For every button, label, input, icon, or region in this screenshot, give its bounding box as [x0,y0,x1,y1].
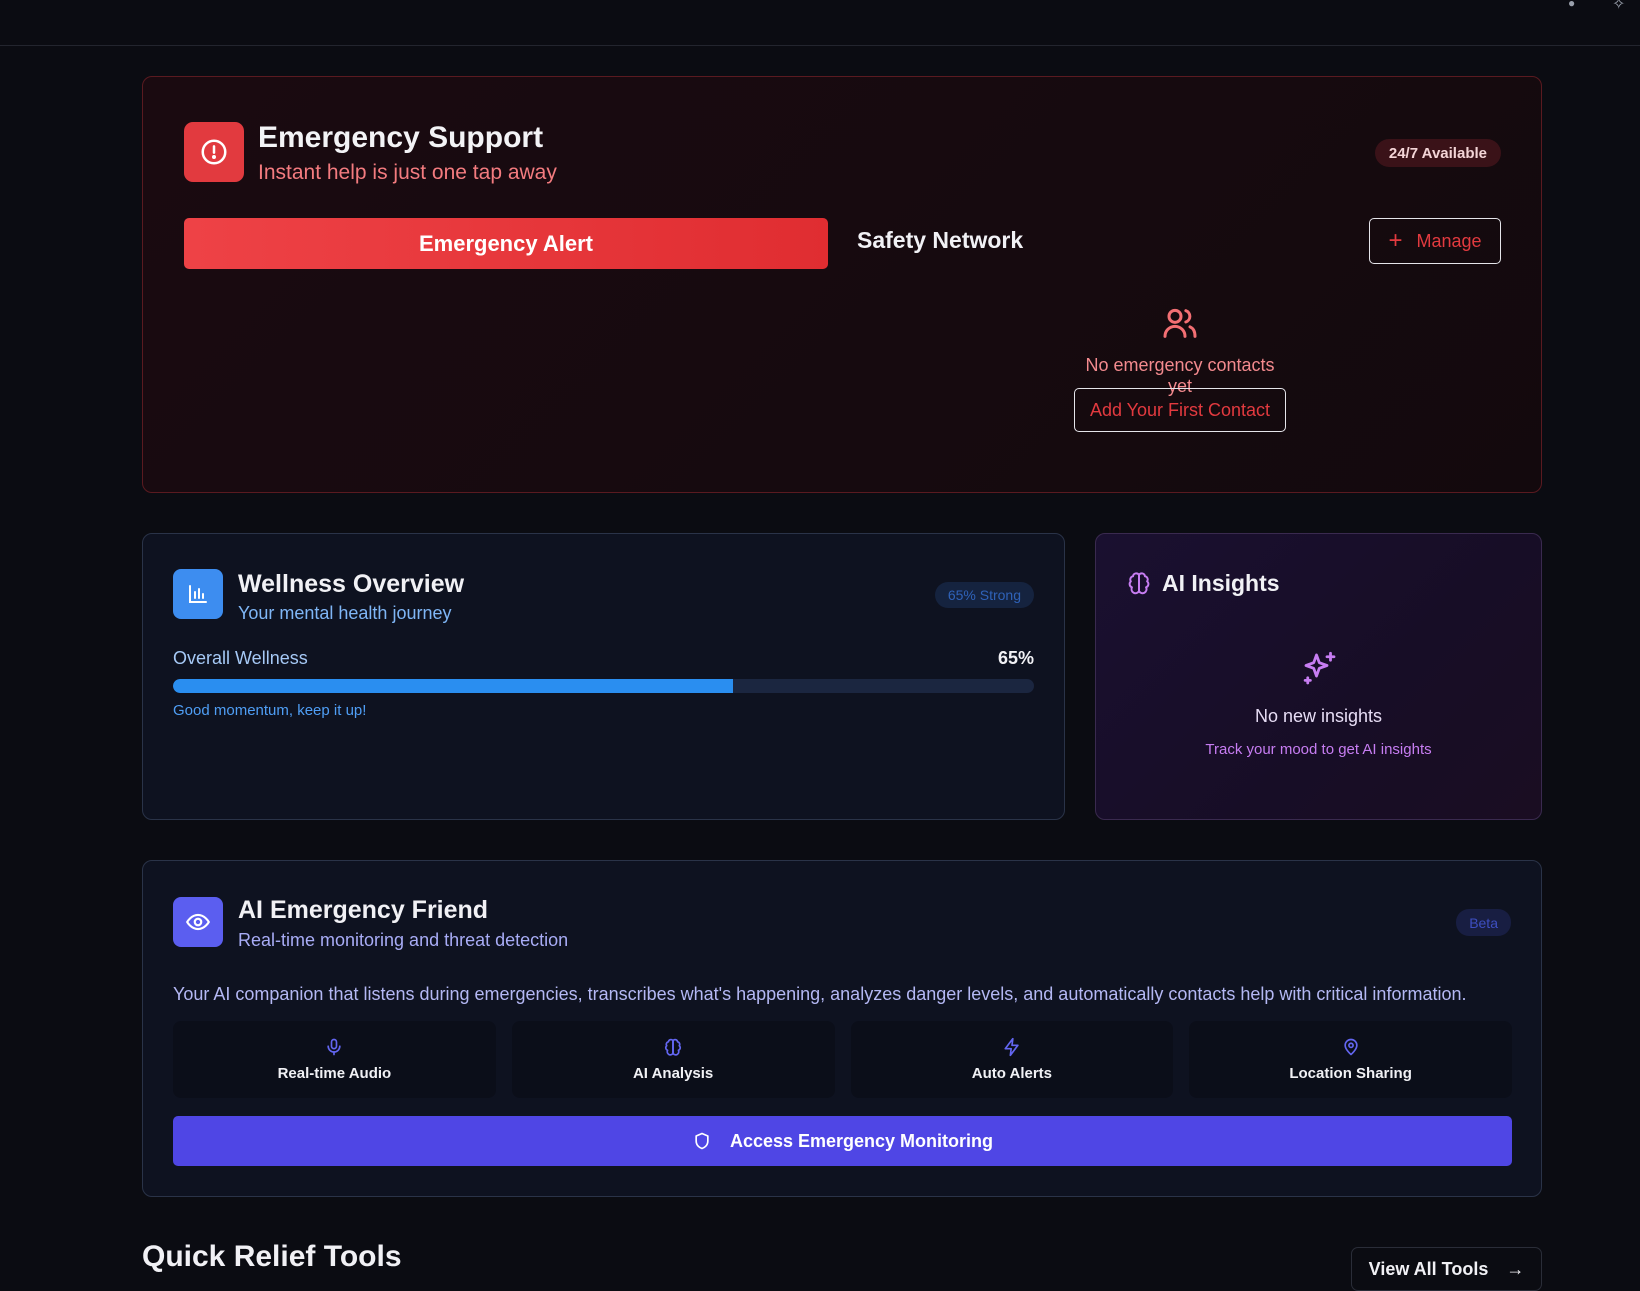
mic-icon [327,1038,342,1056]
emergency-title: Emergency Support [258,121,544,154]
add-first-contact-button[interactable]: Add Your First Contact [1074,388,1286,432]
availability-badge: 24/7 Available [1374,139,1501,167]
view-all-label: View All Tools [1368,1258,1489,1279]
users-icon [1163,308,1197,338]
safety-network-heading: Safety Network [857,227,1024,253]
no-insights-text: No new insights [1254,706,1383,726]
feature-location-sharing: Location Sharing [1189,1021,1512,1098]
shield-icon [695,1132,709,1150]
feature-list: Real-time Audio AI Analysis Auto Alerts … [173,1021,1512,1098]
feature-label: Auto Alerts [971,1065,1053,1082]
bolt-icon [1004,1037,1019,1057]
cta-label: Access Emergency Monitoring [729,1130,994,1151]
emergency-subtitle: Instant help is just one tap away [258,161,557,184]
wellness-progress-bar [173,679,1034,693]
ai-emergency-friend-card: AI Emergency Friend Real-time monitoring… [142,860,1542,1197]
ai-insights-card: AI Insights No new insights Track your m… [1095,533,1542,820]
feature-ai-analysis: AI Analysis [511,1021,835,1098]
view-all-tools-button[interactable]: View All Tools → [1351,1247,1542,1291]
wellness-subtitle: Your mental health journey [238,603,452,623]
friend-description: Your AI companion that listens during em… [173,984,1467,1004]
wellness-badge: 65% Strong [934,582,1034,608]
eye-icon [173,897,223,947]
plus-icon: + [1388,227,1403,254]
brain-icon [1128,572,1150,595]
brain-icon [665,1038,682,1056]
emergency-support-card: Emergency Support Instant help is just o… [142,76,1542,493]
friend-title: AI Emergency Friend [238,896,489,924]
ai-insights-title: AI Insights [1162,570,1280,596]
insights-hint: Track your mood to get AI insights [1205,741,1432,758]
feature-label: Location Sharing [1289,1065,1412,1082]
top-bar: ● ✧ [0,0,1640,46]
arrow-right-icon: → [1506,1258,1525,1279]
feature-label: AI Analysis [632,1065,714,1082]
access-emergency-monitoring-button[interactable]: Access Emergency Monitoring [173,1116,1512,1166]
sparkles-icon [1303,651,1336,685]
friend-subtitle: Real-time monitoring and threat detectio… [238,930,569,950]
wellness-overview-card: Wellness Overview Your mental health jou… [142,533,1065,820]
overall-wellness-label: Overall Wellness [173,648,308,668]
manage-label: Manage [1416,230,1482,251]
manage-contacts-button[interactable]: + Manage [1369,218,1501,264]
wellness-progress-fill [173,679,733,693]
quick-relief-title: Quick Relief Tools [142,1240,402,1273]
user-icon[interactable]: ● [1568,0,1582,10]
beta-badge: Beta [1456,909,1511,936]
wellness-note: Good momentum, keep it up! [173,702,367,719]
map-pin-icon [1343,1038,1358,1056]
feature-auto-alerts: Auto Alerts [850,1021,1174,1098]
emergency-alert-button[interactable]: Emergency Alert [184,218,828,269]
overall-wellness-value: 65% [997,648,1034,668]
sparkle-icon[interactable]: ✧ [1612,0,1630,13]
wellness-title: Wellness Overview [238,570,465,598]
feature-real-time-audio: Real-time Audio [173,1021,496,1098]
alert-circle-icon [184,122,244,182]
feature-label: Real-time Audio [277,1065,392,1082]
bar-chart-icon [173,569,223,619]
